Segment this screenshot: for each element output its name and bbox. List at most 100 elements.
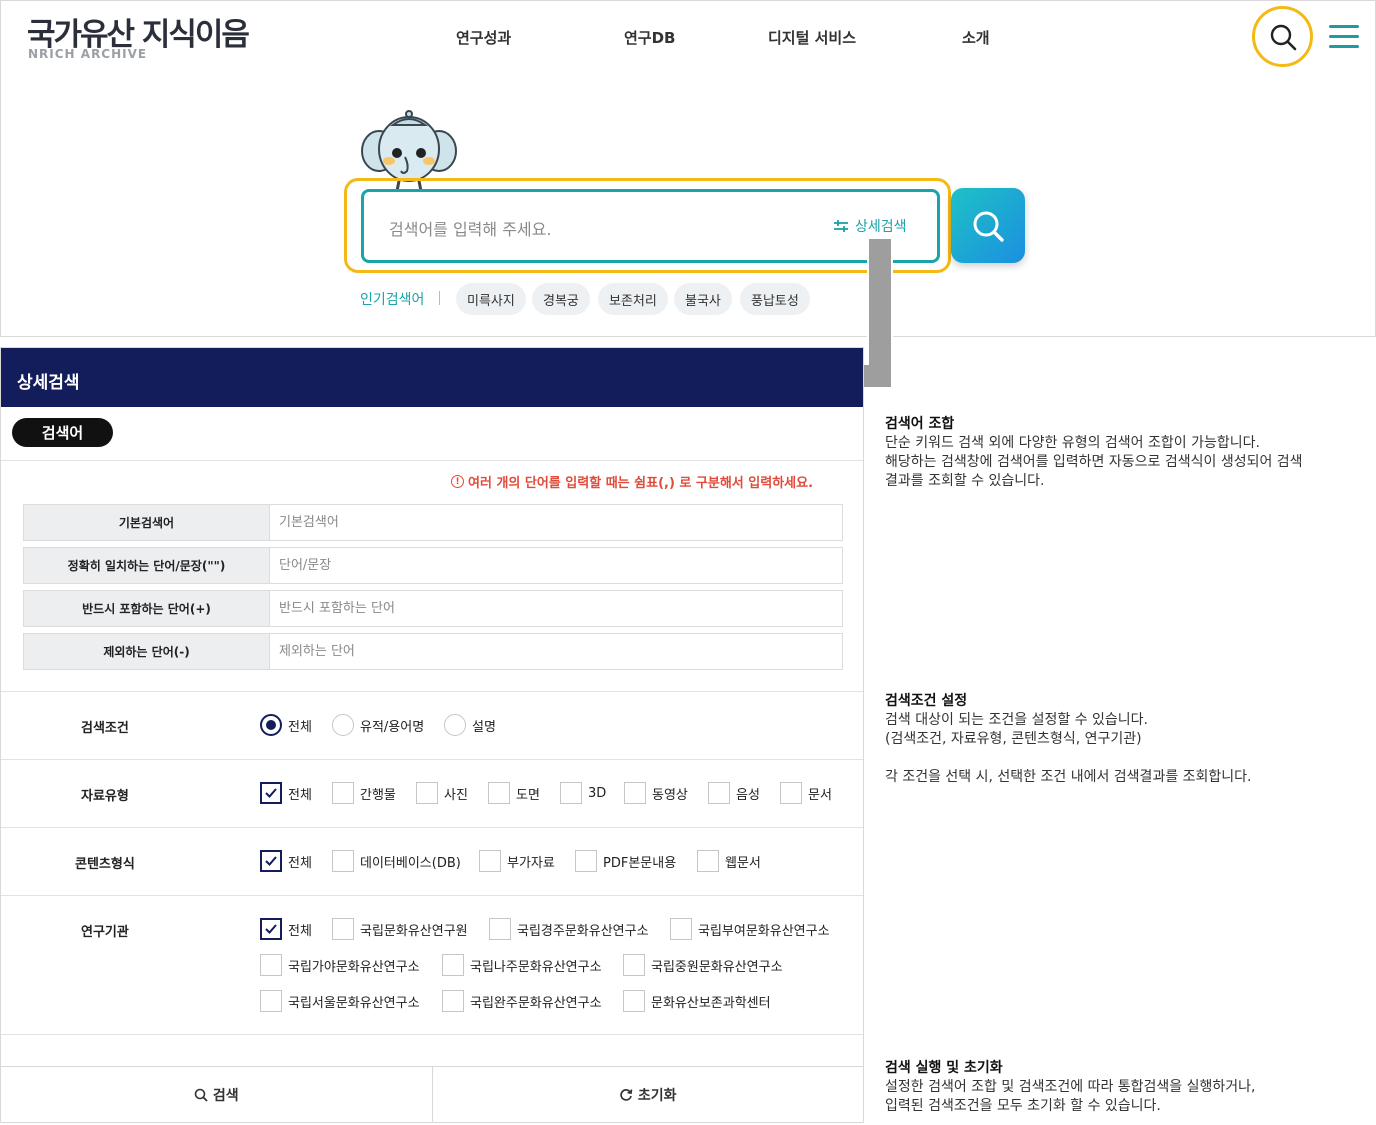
checkbox[interactable]: [489, 918, 511, 940]
material-option[interactable]: 동영상: [624, 782, 688, 804]
institute-option[interactable]: 전체: [260, 918, 312, 940]
basic-keyword-input[interactable]: [270, 505, 842, 540]
exclude-word-input[interactable]: [270, 634, 842, 669]
content-option[interactable]: 웹문서: [697, 850, 761, 872]
material-option[interactable]: 전체: [260, 782, 312, 804]
material-option[interactable]: 사진: [416, 782, 468, 804]
popular-keyword-chip[interactable]: 불국사: [674, 283, 732, 315]
action-bar: 검색 초기화: [1, 1066, 863, 1123]
checkbox[interactable]: [488, 782, 510, 804]
radio[interactable]: [332, 714, 354, 736]
institute-option[interactable]: 문화유산보존과학센터: [623, 990, 771, 1012]
info-icon: !: [451, 475, 464, 488]
checkbox[interactable]: [260, 954, 282, 976]
material-option[interactable]: 간행물: [332, 782, 396, 804]
institute-option[interactable]: 국립문화유산연구원: [332, 918, 468, 940]
note-line: 결과를 조회할 수 있습니다.: [885, 473, 1045, 489]
include-word-input[interactable]: [270, 591, 842, 626]
divider: [1, 1034, 863, 1035]
checkbox[interactable]: [332, 782, 354, 804]
nav-item-digital[interactable]: 디지털 서비스: [768, 27, 856, 48]
checkbox[interactable]: [442, 990, 464, 1012]
divider: [1, 460, 863, 461]
institute-option[interactable]: 국립가야문화유산연구소: [260, 954, 420, 976]
menu-icon[interactable]: [1329, 25, 1361, 49]
condition-option-name[interactable]: 유적/용어명: [332, 714, 424, 736]
option-label: 국립완주문화유산연구소: [470, 995, 602, 1011]
content-option[interactable]: 데이터베이스(DB): [332, 850, 461, 872]
check-icon: [265, 924, 277, 934]
nav-item-research[interactable]: 연구성과: [456, 27, 511, 48]
material-option[interactable]: 음성: [708, 782, 760, 804]
checkbox-checked[interactable]: [260, 782, 282, 804]
condition-option-all[interactable]: 전체: [260, 714, 312, 736]
note-line: 검색 대상이 되는 조건을 설정할 수 있습니다.: [885, 712, 1148, 728]
panel-header: 상세검색: [1, 348, 863, 407]
checkbox[interactable]: [260, 990, 282, 1012]
checkbox[interactable]: [479, 850, 501, 872]
popular-keyword-chip[interactable]: 풍납토성: [740, 283, 810, 315]
check-icon: [265, 788, 277, 798]
popular-keyword-chip[interactable]: 보존처리: [598, 283, 668, 315]
search-button[interactable]: 검색: [1, 1067, 432, 1123]
checkbox[interactable]: [623, 954, 645, 976]
keyword-row-exact: 정확히 일치하는 단어/문장(""): [23, 547, 843, 584]
institute-option[interactable]: 국립경주문화유산연구소: [489, 918, 649, 940]
main-search-button[interactable]: [951, 188, 1025, 263]
material-option[interactable]: 도면: [488, 782, 540, 804]
checkbox[interactable]: [332, 918, 354, 940]
checkbox-checked[interactable]: [260, 850, 282, 872]
condition-option-desc[interactable]: 설명: [444, 714, 496, 736]
note-line: 설정한 검색어 조합 및 검색조건에 따라 통합검색을 실행하거나,: [885, 1079, 1256, 1095]
keyword-section-pill: 검색어: [12, 418, 113, 447]
popular-keyword-chip[interactable]: 미륵사지: [456, 283, 526, 315]
content-option[interactable]: PDF본문내용: [575, 850, 676, 872]
exact-phrase-input[interactable]: [270, 548, 842, 583]
content-label: 콘텐츠형식: [75, 857, 135, 872]
divider: [1, 895, 863, 896]
checkbox[interactable]: [697, 850, 719, 872]
checkbox[interactable]: [708, 782, 730, 804]
checkbox[interactable]: [442, 954, 464, 976]
radio[interactable]: [444, 714, 466, 736]
notice-text: 여러 개의 단어를 입력할 때는 쉼표(,) 로 구분해서 입력하세요.: [468, 476, 814, 491]
checkbox[interactable]: [575, 850, 597, 872]
option-label: 전체: [288, 787, 312, 803]
content-option[interactable]: 전체: [260, 850, 312, 872]
nav-item-researchdb[interactable]: 연구DB: [624, 27, 676, 48]
checkbox[interactable]: [332, 850, 354, 872]
search-icon: [1270, 24, 1296, 50]
keyword-row-basic: 기본검색어: [23, 504, 843, 541]
panel-title: 상세검색: [17, 373, 80, 393]
checkbox[interactable]: [623, 990, 645, 1012]
advanced-search-link[interactable]: 상세검색: [833, 216, 907, 236]
checkbox[interactable]: [416, 782, 438, 804]
material-option[interactable]: 3D: [560, 782, 606, 804]
institute-option[interactable]: 국립부여문화유산연구소: [670, 918, 830, 940]
option-label: 전체: [288, 855, 312, 871]
institute-option[interactable]: 국립나주문화유산연구소: [442, 954, 602, 976]
condition-label: 검색조건: [81, 721, 129, 736]
checkbox[interactable]: [560, 782, 582, 804]
reset-button[interactable]: 초기화: [431, 1067, 864, 1123]
option-label: 유적/용어명: [360, 719, 425, 735]
institute-option[interactable]: 국립완주문화유산연구소: [442, 990, 602, 1012]
institute-option[interactable]: 국립중원문화유산연구소: [623, 954, 783, 976]
option-label: 국립경주문화유산연구소: [517, 923, 649, 939]
popular-keyword-chip[interactable]: 경복궁: [532, 283, 590, 315]
option-label: 문화유산보존과학센터: [651, 995, 771, 1011]
advanced-search-label: 상세검색: [855, 219, 907, 235]
checkbox-checked[interactable]: [260, 918, 282, 940]
checkbox[interactable]: [624, 782, 646, 804]
material-option[interactable]: 문서: [780, 782, 832, 804]
radio-selected[interactable]: [260, 714, 282, 736]
search-button-label: 검색: [212, 1088, 239, 1104]
content-option[interactable]: 부가자료: [479, 850, 555, 872]
check-icon: [265, 856, 277, 866]
header-search-button[interactable]: [1252, 6, 1313, 67]
keyword-label: 제외하는 단어(-): [24, 634, 270, 669]
institute-option[interactable]: 국립서울문화유산연구소: [260, 990, 420, 1012]
checkbox[interactable]: [670, 918, 692, 940]
checkbox[interactable]: [780, 782, 802, 804]
nav-item-about[interactable]: 소개: [962, 27, 990, 48]
